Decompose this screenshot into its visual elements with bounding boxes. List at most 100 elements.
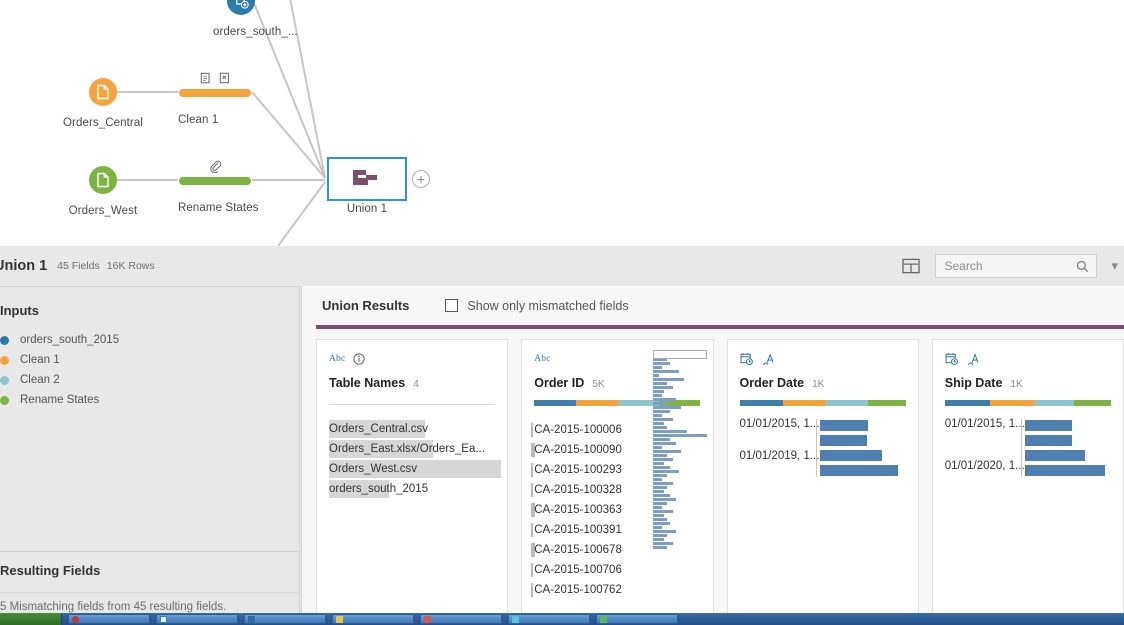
- histogram-row: [652, 478, 707, 481]
- taskbar-item[interactable]: [332, 614, 414, 624]
- flow-node-orders-west[interactable]: Orders_West: [59, 166, 147, 217]
- value-list: Orders_Central.csv Orders_East.xlsx/Orde…: [317, 419, 507, 499]
- field-name-row: Order Date 1K: [728, 376, 918, 390]
- flow-node-label: Orders_Central: [62, 117, 143, 129]
- value-histogram-scrollbar[interactable]: [652, 350, 707, 609]
- rename-step-icons: [178, 158, 252, 174]
- date-bar-tick: [1024, 466, 1026, 475]
- layout-toggle-icon[interactable]: [902, 258, 921, 275]
- field-column-table-names[interactable]: Abc Table Names 4 Orders_Central.csv Ord…: [316, 339, 509, 614]
- histogram-thumb[interactable]: [652, 350, 707, 359]
- list-item[interactable]: orders_south_2015: [0, 330, 299, 350]
- search-icon[interactable]: [1076, 260, 1089, 273]
- profile-pane: Union 1 45 Fields 16K Rows ▾: [0, 246, 1124, 614]
- value-label: CA-2015-100090: [534, 444, 622, 456]
- taskbar-item[interactable]: [68, 614, 150, 624]
- histogram-row: [652, 402, 707, 405]
- field-column-order-id[interactable]: Abc Order ID 5K CA-2015-100006 CA-2015-10…: [521, 339, 714, 614]
- histogram-row: [652, 498, 707, 501]
- dist-segment: [1034, 400, 1075, 406]
- dist-segment: [944, 400, 990, 406]
- start-button[interactable]: [0, 613, 62, 625]
- field-column-order-date[interactable]: Order Date 1K 01/01/2015, 1... 01/01/201…: [726, 339, 919, 614]
- list-item[interactable]: Clean 2: [0, 370, 299, 390]
- date-bars: [819, 420, 898, 480]
- dist-segment: [989, 400, 1035, 406]
- show-mismatched-checkbox-row[interactable]: Show only mismatched fields: [445, 299, 629, 313]
- taskbar-item[interactable]: [420, 614, 502, 624]
- value-label: orders_south_2015: [329, 483, 429, 495]
- dist-segment: [575, 400, 620, 406]
- search-input[interactable]: [936, 259, 1067, 273]
- value-label: CA-2015-100293: [534, 464, 622, 476]
- remove-field-icon: [219, 72, 229, 84]
- add-step-plus-icon[interactable]: +: [412, 170, 430, 188]
- dist-segment: [534, 400, 576, 406]
- histogram-row: [652, 462, 707, 465]
- abc-text-type-icon: Abc: [534, 354, 551, 364]
- flow-node-union-1[interactable]: [327, 157, 407, 201]
- field-name: Ship Date: [944, 376, 1003, 390]
- list-item[interactable]: Rename States: [0, 390, 299, 410]
- field-type-icons: [728, 351, 918, 367]
- field-name: Order ID: [534, 376, 585, 390]
- inputs-title: Inputs: [0, 303, 39, 318]
- dist-segment: [739, 400, 783, 406]
- value-label: CA-2015-100391: [534, 524, 622, 536]
- value-bar: [531, 523, 534, 537]
- changed-field-icon: [762, 352, 774, 365]
- histogram-row: [652, 514, 707, 517]
- histogram-row: [652, 398, 707, 401]
- date-axis-labels: 01/01/2015, 1... 01/01/2020, 1...: [945, 418, 1025, 480]
- input-file-icon: [89, 78, 117, 106]
- field-name-row: Ship Date 1K: [933, 376, 1123, 390]
- taskbar-item[interactable]: [244, 614, 326, 624]
- field-distinct-count: 5K: [592, 379, 605, 390]
- histogram-row: [652, 450, 707, 453]
- field-column-ship-date[interactable]: Ship Date 1K 01/01/2015, 1... 01/01/2020…: [931, 339, 1124, 614]
- chevron-down-icon[interactable]: ▾: [1111, 258, 1118, 274]
- input-label: orders_south_2015: [20, 334, 120, 346]
- date-bar: [1024, 435, 1072, 446]
- info-icon[interactable]: [353, 353, 366, 365]
- taskbar-item[interactable]: [508, 614, 590, 624]
- field-distinct-count: 4: [413, 379, 419, 390]
- flow-node-label: Clean 1: [178, 114, 219, 126]
- flow-pane[interactable]: orders_south_... Orders_Central Orders_W…: [0, 0, 1124, 246]
- value-label: CA-2015-100762: [534, 584, 622, 596]
- tab-union-results[interactable]: Union Results: [322, 298, 409, 313]
- list-item[interactable]: Orders_West.csv: [317, 459, 507, 479]
- histogram-row: [652, 494, 707, 497]
- input-color-dot: [0, 395, 9, 405]
- date-histogram[interactable]: 01/01/2015, 1... 01/01/2019, 1...: [728, 418, 918, 488]
- list-item[interactable]: orders_south_2015: [317, 479, 507, 499]
- taskbar-item[interactable]: [596, 614, 678, 624]
- taskbar-item[interactable]: [156, 614, 238, 624]
- search-box[interactable]: [935, 254, 1098, 278]
- page-title: Union 1: [0, 258, 48, 274]
- list-item[interactable]: Clean 1: [0, 350, 299, 370]
- histogram-row: [652, 414, 707, 417]
- list-item[interactable]: Orders_East.xlsx/Orders_Ea...: [317, 439, 507, 459]
- profile-header: Union 1 45 Fields 16K Rows ▾: [0, 246, 1124, 286]
- histogram-row: [652, 446, 707, 449]
- flow-node-rename-states[interactable]: Rename States: [178, 158, 259, 214]
- mismatching-fields-status: 5 Mismatching fields from 45 resulting f…: [0, 592, 300, 613]
- histogram-row: [652, 430, 707, 433]
- list-item[interactable]: Orders_Central.csv: [317, 419, 507, 439]
- value-label: CA-2015-100706: [534, 564, 622, 576]
- histogram-row: [652, 422, 707, 425]
- show-mismatched-checkbox[interactable]: [445, 299, 459, 312]
- flow-node-orders-central[interactable]: Orders_Central: [59, 78, 147, 129]
- field-divider: [329, 404, 496, 405]
- value-label: Orders_Central.csv: [329, 423, 429, 435]
- os-taskbar[interactable]: [0, 613, 1124, 625]
- date-histogram[interactable]: 01/01/2015, 1... 01/01/2020, 1...: [933, 418, 1123, 488]
- flow-node-label: Union 1: [346, 203, 388, 215]
- inputs-list: orders_south_2015 Clean 1 Clean 2 Rename…: [0, 318, 299, 410]
- date-axis-line: [1020, 419, 1022, 477]
- flow-node-orders-south[interactable]: orders_south_...: [213, 0, 298, 38]
- flow-node-clean-1[interactable]: Clean 1: [178, 70, 252, 126]
- flow-node-label: Rename States: [178, 202, 259, 214]
- value-label: CA-2015-100678: [534, 544, 622, 556]
